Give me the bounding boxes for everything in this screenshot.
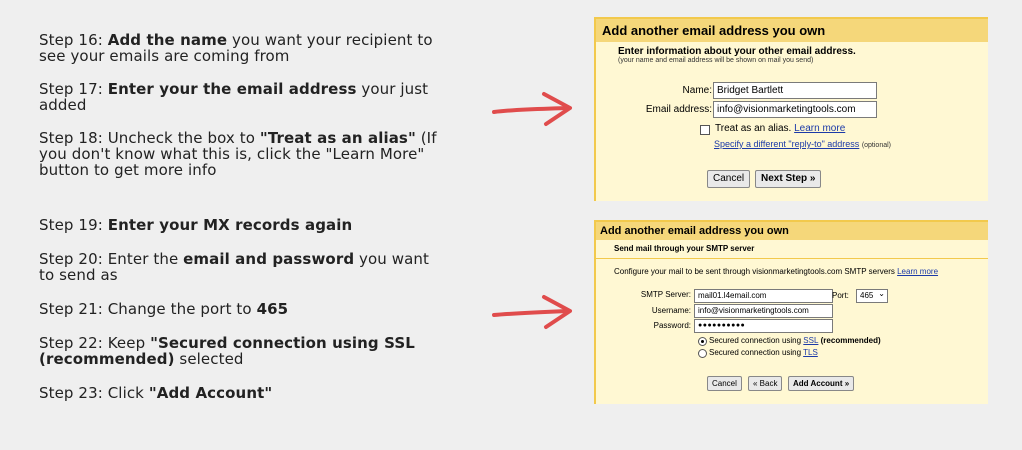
back-button[interactable]: « Back xyxy=(748,376,783,391)
arrow-right-icon xyxy=(492,295,572,329)
port-label: Port: xyxy=(832,291,849,300)
tls-label: Secured connection using TLS xyxy=(709,348,818,357)
config-row: Configure your mail to be sent through v… xyxy=(614,267,939,276)
name-field[interactable]: Bridget Bartlett xyxy=(713,82,877,99)
email-label: Email address: xyxy=(645,104,712,115)
step-16: Step 16: Add the name you want your reci… xyxy=(39,31,433,65)
step-18: Step 18: Uncheck the box to "Treat as an… xyxy=(39,129,437,179)
smtp-panel: Add another email address you own Send m… xyxy=(594,220,988,404)
name-label: Name: xyxy=(682,85,712,96)
panel-subtitle: Send mail through your SMTP server xyxy=(614,244,755,253)
panel-title: Add another email address you own xyxy=(596,222,988,240)
cancel-button[interactable]: Cancel xyxy=(707,170,751,188)
next-step-button[interactable]: Next Step » xyxy=(755,170,822,188)
port-select[interactable]: 465 ⌄ xyxy=(856,289,888,303)
alias-checkbox[interactable] xyxy=(700,125,710,135)
steps-top: Step 16: Add the name you want your reci… xyxy=(39,32,439,178)
learn-more-link[interactable]: Learn more xyxy=(794,123,845,134)
step-19: Step 19: Enter your MX records again xyxy=(39,216,353,234)
arrow-right-icon xyxy=(492,92,572,126)
ssl-radio[interactable] xyxy=(698,337,707,346)
password-field[interactable]: ●●●●●●●●●● xyxy=(694,319,833,333)
learn-more-link[interactable]: Learn more xyxy=(897,267,938,276)
step-20: Step 20: Enter the email and password yo… xyxy=(39,250,430,284)
add-account-button[interactable]: Add Account » xyxy=(788,376,855,391)
cancel-button[interactable]: Cancel xyxy=(707,376,742,391)
panel-title: Add another email address you own xyxy=(596,19,988,42)
ssl-label: Secured connection using SSL (recommende… xyxy=(709,336,881,345)
smtp-label: SMTP Server: xyxy=(640,290,691,299)
tls-link[interactable]: TLS xyxy=(803,348,818,357)
reply-to-link[interactable]: Specify a different "reply-to" address xyxy=(714,139,859,149)
username-field[interactable]: info@visionmarketingtools.com xyxy=(694,304,833,318)
step-21: Step 21: Change the port to 465 xyxy=(39,300,289,318)
email-field[interactable]: info@visionmarketingtools.com xyxy=(713,101,877,118)
panel-subtitle: Enter information about your other email… xyxy=(618,46,856,64)
add-email-panel: Add another email address you own Enter … xyxy=(594,17,988,201)
steps-bottom: Step 19: Enter your MX records again Ste… xyxy=(39,217,439,401)
tls-radio[interactable] xyxy=(698,349,707,358)
reply-to-row: Specify a different "reply-to" address (… xyxy=(714,139,891,149)
password-label: Password: xyxy=(653,321,691,330)
ssl-link[interactable]: SSL xyxy=(803,336,818,345)
smtp-server-field[interactable]: mail01.l4email.com xyxy=(694,289,833,303)
divider xyxy=(596,258,988,259)
username-label: Username: xyxy=(651,306,691,315)
step-17: Step 17: Enter your the email address yo… xyxy=(39,80,429,114)
alias-row: Treat as an alias. Learn more xyxy=(715,123,846,134)
step-23: Step 23: Click "Add Account" xyxy=(39,384,273,402)
step-22: Step 22: Keep "Secured connection using … xyxy=(39,334,415,368)
chevron-down-icon: ⌄ xyxy=(878,289,885,298)
